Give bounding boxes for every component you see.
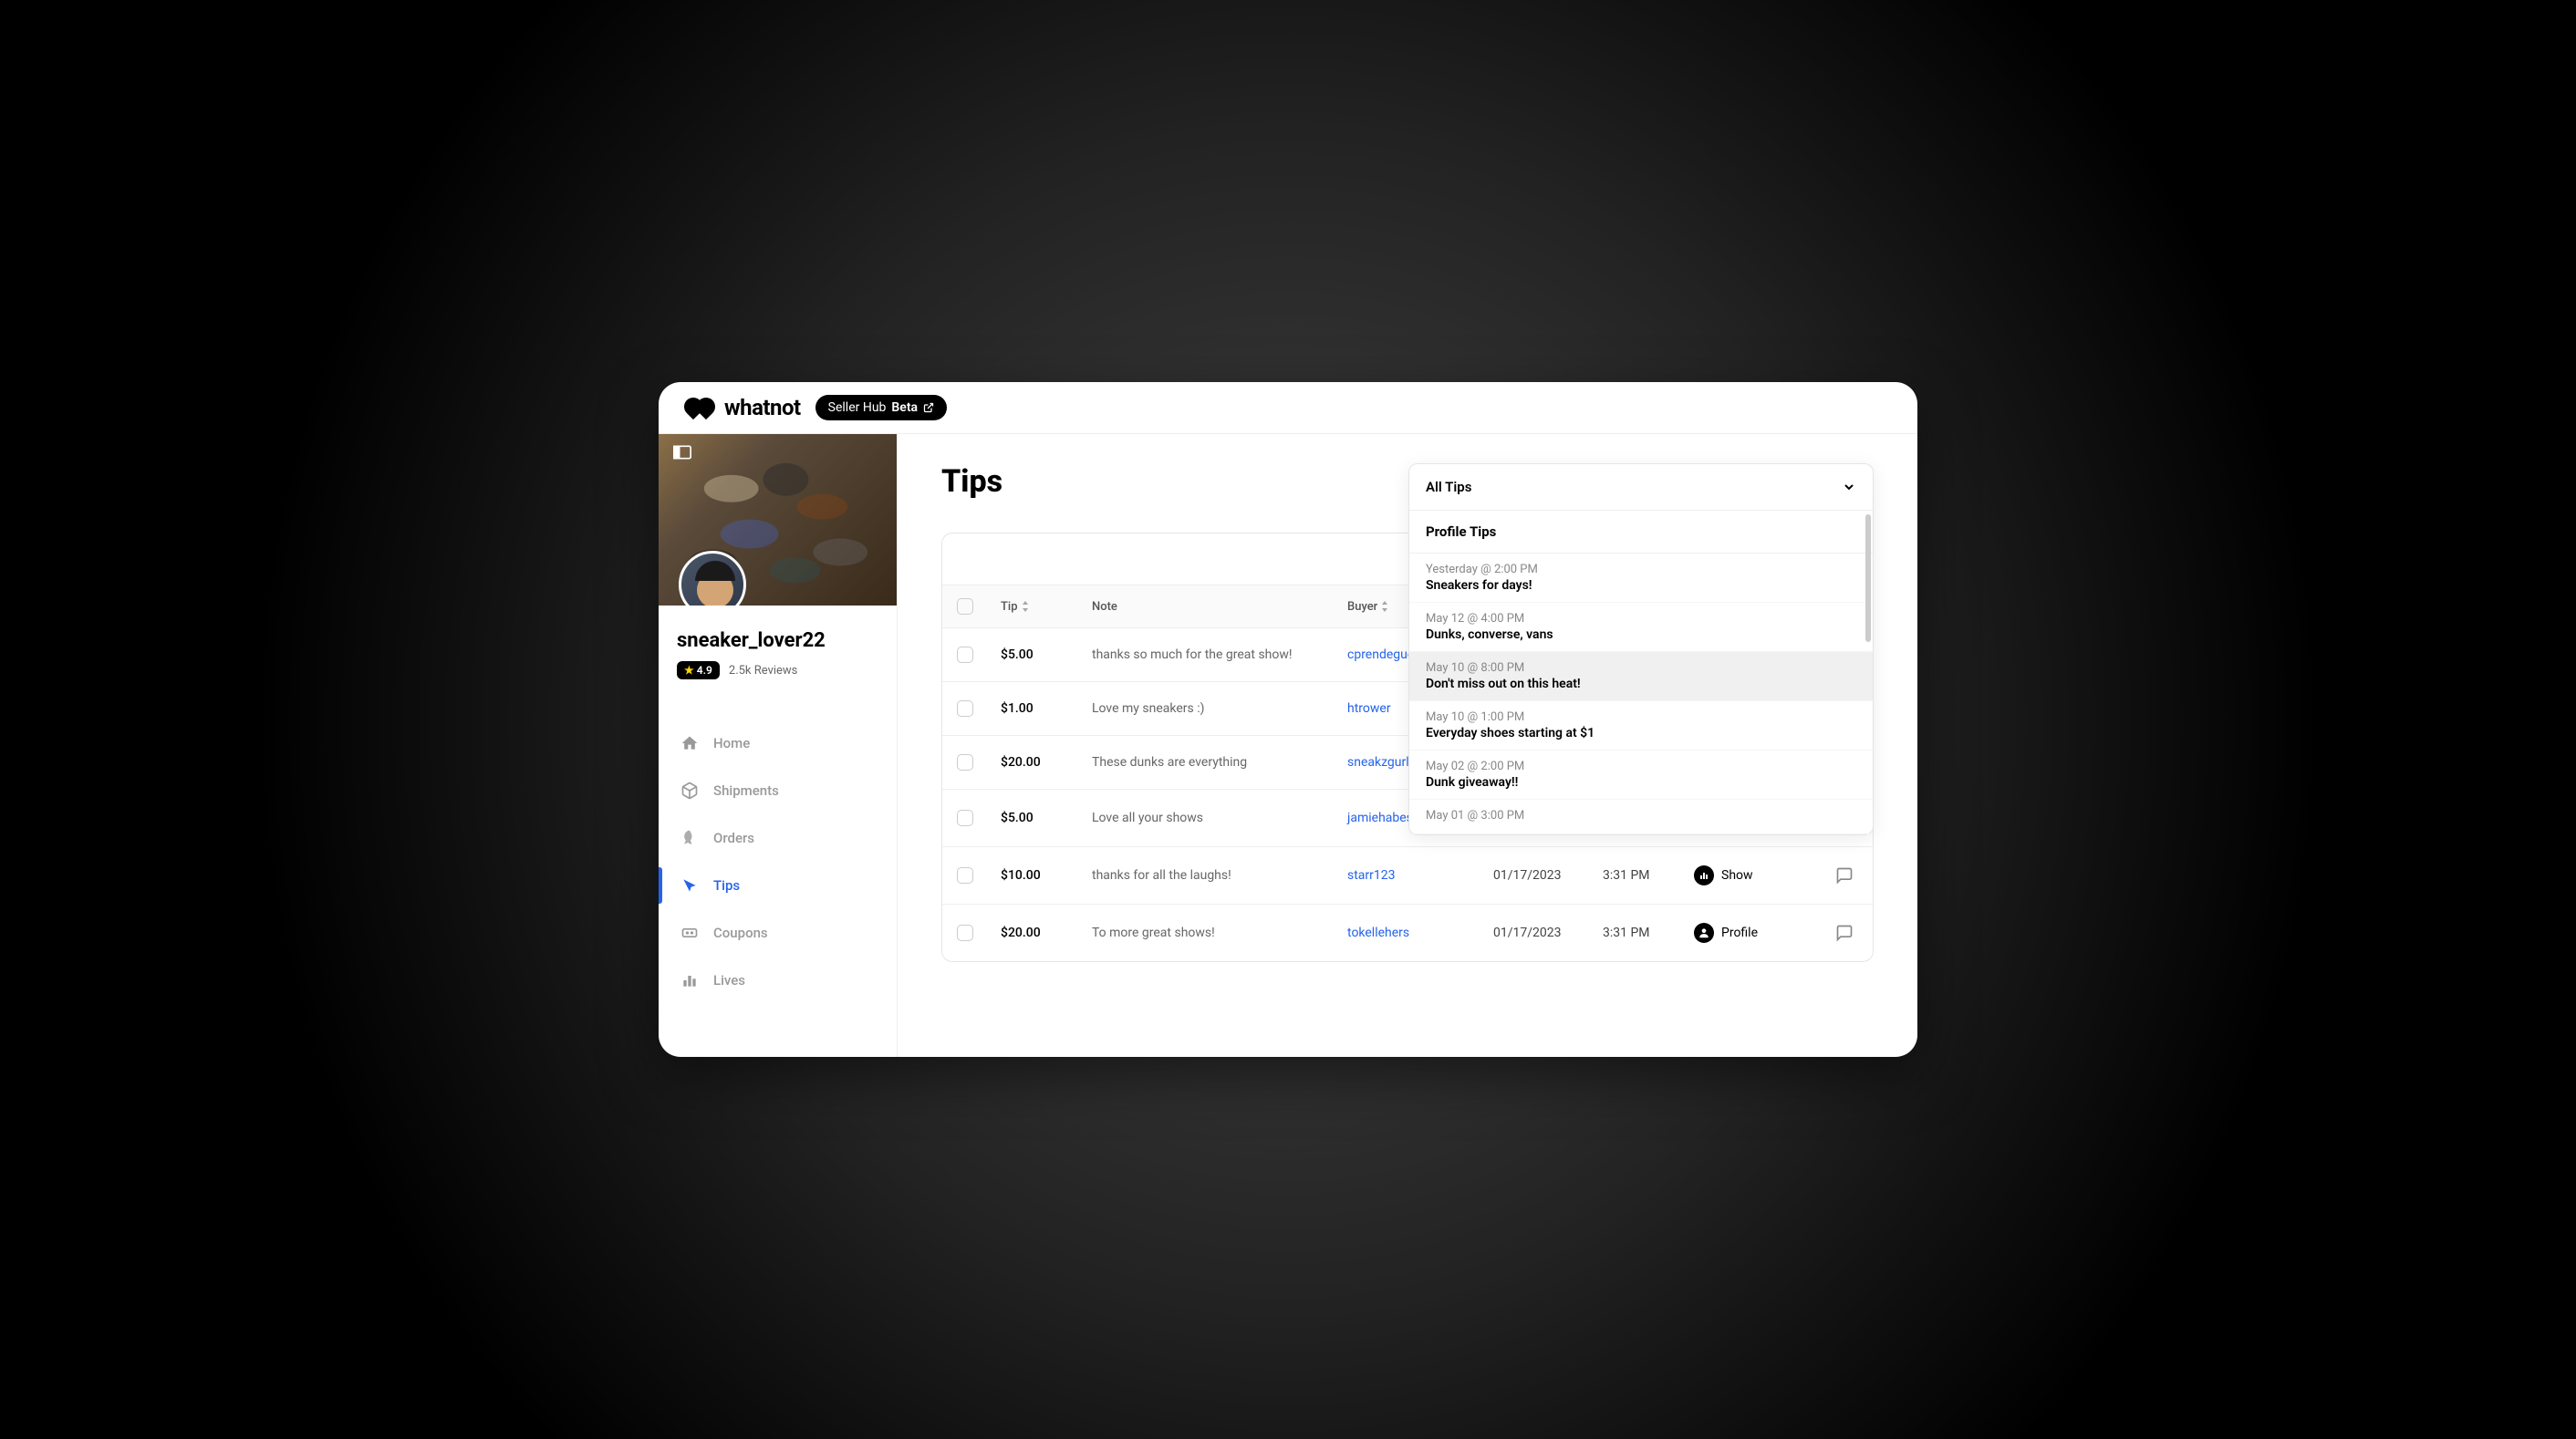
star-icon: ★ <box>684 664 694 677</box>
rocket-icon <box>680 829 699 847</box>
whatnot-heart-icon <box>684 398 719 418</box>
dropdown-item-label: Don't miss out on this heat! <box>1426 677 1856 691</box>
sidebar-nav: Home Shipments Orders Tips Coupons <box>659 692 897 1031</box>
cell-method: Show <box>1694 865 1822 885</box>
rating-row: ★ 4.9 2.5k Reviews <box>677 661 878 679</box>
row-checkbox[interactable] <box>957 700 973 717</box>
nav-label: Orders <box>713 830 754 846</box>
dropdown-item-time: May 10 @ 8:00 PM <box>1426 661 1856 675</box>
nav-label: Tips <box>713 877 740 894</box>
nav-shipments[interactable]: Shipments <box>659 767 897 814</box>
cell-tip: $10.00 <box>1001 868 1092 883</box>
bars-icon <box>1694 865 1714 885</box>
dropdown-selected: All Tips <box>1426 479 1471 495</box>
sort-icon <box>1022 601 1029 612</box>
dropdown-item[interactable]: May 12 @ 4:00 PM Dunks, converse, vans <box>1409 603 1873 652</box>
rating-badge[interactable]: ★ 4.9 <box>677 661 720 679</box>
cell-note: To more great shows! <box>1092 926 1347 940</box>
bars-icon <box>680 971 699 989</box>
brand-name: whatnot <box>724 395 801 420</box>
col-tip[interactable]: Tip <box>1001 598 1092 615</box>
seller-hub-label: Seller Hub <box>828 400 887 415</box>
rating-value: 4.9 <box>697 664 712 677</box>
dropdown-toggle[interactable]: All Tips <box>1409 464 1873 511</box>
col-note[interactable]: Note <box>1092 598 1347 615</box>
sidebar: sneaker_lover22 ★ 4.9 2.5k Reviews Home … <box>659 434 898 1057</box>
brand-logo[interactable]: whatnot <box>684 395 801 420</box>
dropdown-item-label: Everyday shoes starting at $1 <box>1426 726 1856 740</box>
dropdown-item-label: Sneakers for days! <box>1426 578 1856 593</box>
cell-note: thanks so much for the great show! <box>1092 647 1347 662</box>
dropdown-section-title: Profile Tips <box>1409 511 1873 554</box>
cell-tip: $1.00 <box>1001 701 1092 716</box>
select-all-checkbox[interactable] <box>957 598 973 615</box>
cell-buyer-link[interactable]: tokellehers <box>1347 926 1493 940</box>
coupon-icon <box>680 924 699 942</box>
nav-home[interactable]: Home <box>659 720 897 767</box>
row-checkbox[interactable] <box>957 754 973 771</box>
cell-tip: $20.00 <box>1001 926 1092 940</box>
topbar: whatnot Seller Hub Beta <box>659 382 1917 434</box>
cell-note: Love all your shows <box>1092 811 1347 825</box>
profile-info: sneaker_lover22 ★ 4.9 2.5k Reviews <box>659 606 897 692</box>
nav-orders[interactable]: Orders <box>659 814 897 862</box>
ticket-icon <box>680 876 699 895</box>
dropdown-item[interactable]: May 10 @ 1:00 PM Everyday shoes starting… <box>1409 701 1873 751</box>
table-row: $20.00 To more great shows! tokellehers … <box>942 905 1873 961</box>
cell-date: 01/17/2023 <box>1493 868 1603 883</box>
dropdown-item-time: May 12 @ 4:00 PM <box>1426 612 1856 626</box>
profile-cover <box>659 434 897 606</box>
cell-tip: $5.00 <box>1001 647 1092 662</box>
nav-label: Coupons <box>713 925 768 941</box>
dropdown-item[interactable]: Yesterday @ 2:00 PM Sneakers for days! <box>1409 554 1873 603</box>
beta-label: Beta <box>891 400 918 415</box>
cell-note: thanks for all the laughs! <box>1092 868 1347 883</box>
nav-tips[interactable]: Tips <box>659 862 897 909</box>
dropdown-item[interactable]: May 10 @ 8:00 PM Don't miss out on this … <box>1409 652 1873 701</box>
dropdown-item-time: Yesterday @ 2:00 PM <box>1426 563 1856 576</box>
cell-time: 3:31 PM <box>1603 926 1694 940</box>
cell-date: 01/17/2023 <box>1493 926 1603 940</box>
cell-tip: $20.00 <box>1001 755 1092 770</box>
reviews-count: 2.5k Reviews <box>729 664 798 678</box>
cell-note: Love my sneakers :) <box>1092 701 1347 716</box>
main-content: Tips Tip Note Buyer <box>898 434 1917 1057</box>
cell-time: 3:31 PM <box>1603 868 1694 883</box>
chat-icon[interactable] <box>1835 866 1854 885</box>
dropdown-item-time: May 01 @ 3:00 PM <box>1426 809 1856 823</box>
cell-tip: $5.00 <box>1001 811 1092 825</box>
row-checkbox[interactable] <box>957 867 973 884</box>
nav-label: Home <box>713 735 750 751</box>
cell-method: Profile <box>1694 923 1822 943</box>
table-row: $10.00 thanks for all the laughs! starr1… <box>942 847 1873 905</box>
seller-hub-link[interactable]: Seller Hub Beta <box>815 395 947 420</box>
tips-filter-dropdown: All Tips Profile Tips Yesterday @ 2:00 P… <box>1408 463 1874 835</box>
person-icon <box>1694 923 1714 943</box>
row-checkbox[interactable] <box>957 810 973 826</box>
nav-label: Shipments <box>713 782 779 799</box>
row-checkbox[interactable] <box>957 925 973 941</box>
cell-buyer-link[interactable]: starr123 <box>1347 868 1493 883</box>
dropdown-item[interactable]: May 01 @ 3:00 PM <box>1409 800 1873 834</box>
dropdown-item[interactable]: May 02 @ 2:00 PM Dunk giveaway!! <box>1409 751 1873 800</box>
nav-coupons[interactable]: Coupons <box>659 909 897 957</box>
app-window: whatnot Seller Hub Beta <box>659 382 1917 1057</box>
nav-label: Lives <box>713 972 745 989</box>
chat-icon[interactable] <box>1835 924 1854 942</box>
package-icon <box>680 782 699 800</box>
dropdown-item-time: May 02 @ 2:00 PM <box>1426 760 1856 773</box>
sort-icon <box>1381 601 1388 612</box>
home-icon <box>680 734 699 752</box>
cell-note: These dunks are everything <box>1092 755 1347 770</box>
external-link-icon <box>923 402 934 413</box>
dropdown-body[interactable]: Profile Tips Yesterday @ 2:00 PM Sneaker… <box>1409 511 1873 834</box>
dropdown-item-label: Dunk giveaway!! <box>1426 775 1856 790</box>
chevron-down-icon <box>1842 480 1856 494</box>
nav-lives[interactable]: Lives <box>659 957 897 1004</box>
row-checkbox[interactable] <box>957 647 973 663</box>
username: sneaker_lover22 <box>677 629 878 652</box>
scrollbar-thumb[interactable] <box>1865 514 1871 642</box>
dropdown-item-time: May 10 @ 1:00 PM <box>1426 710 1856 724</box>
dropdown-item-label: Dunks, converse, vans <box>1426 627 1856 642</box>
